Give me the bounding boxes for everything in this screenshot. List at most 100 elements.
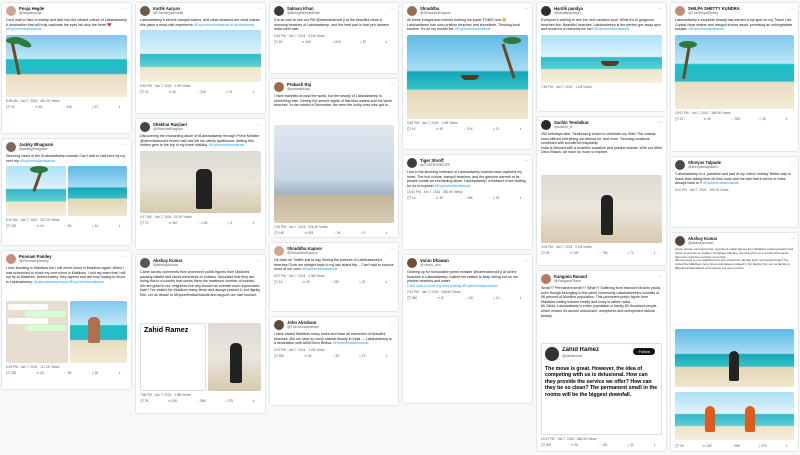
chat-screenshot[interactable] [6, 301, 68, 363]
tweet-timestamp[interactable]: 5:56 PM · Jan 7, 2024 · 1.4M Views [407, 121, 528, 125]
tweet-card[interactable]: Jackky Bhagnani @jackkybhagnani ··· Stunn… [1, 138, 132, 246]
more-icon[interactable]: ··· [658, 6, 662, 11]
tweet-timestamp[interactable]: 6:10 PM · Jan 7, 2024 · 109.1K Views [675, 188, 794, 192]
avatar[interactable] [545, 347, 559, 361]
tweet-card[interactable]: Salman Khan @BeingSalmanKhan ··· It is so… [269, 2, 399, 74]
share-icon[interactable]: ↥ [385, 354, 388, 358]
bookmark-icon[interactable]: ▯ 70 [226, 90, 232, 94]
tweet-media[interactable] [6, 34, 127, 97]
author-handle[interactable]: @prakashraaj [287, 87, 311, 92]
reply-icon[interactable]: 💬 6K [274, 40, 283, 44]
heart-icon[interactable]: ♡ 26K [730, 117, 739, 121]
tweet-media[interactable] [140, 30, 261, 83]
tweet-card[interactable]: Kangana Ranaut @KanganaTeam ··· Small?? P… [536, 270, 667, 452]
share-icon[interactable]: ↥ [252, 399, 255, 403]
reply-icon[interactable]: 💬 3K [541, 251, 550, 255]
more-icon[interactable]: ··· [524, 6, 528, 11]
tweet-timestamp[interactable]: 2:30 PM · Jan 7, 2024 · 226.1K Views [274, 225, 394, 229]
reply-icon[interactable]: 💬 180 [274, 231, 284, 235]
retweet-icon[interactable]: ⟲ 3K [571, 443, 578, 447]
avatar[interactable] [407, 158, 417, 168]
tweet-media[interactable] [675, 34, 794, 109]
avatar[interactable] [140, 122, 150, 132]
avatar[interactable] [274, 246, 284, 256]
retweet-icon[interactable]: ⟲ 4K [169, 90, 176, 94]
bookmark-icon[interactable]: ▯ 34 [627, 443, 633, 447]
tweet-card[interactable]: Prakash Raj @prakashraaj ··· I have trave… [269, 78, 399, 238]
tweet-card[interactable]: Pooja Hegde @hegdepooja ··· Can't wait to… [1, 2, 132, 134]
retweet-icon[interactable]: ⟲ 15K [302, 40, 311, 44]
tweet-media[interactable] [69, 301, 127, 363]
retweet-icon[interactable]: ⟲ 1K [437, 296, 444, 300]
tweet-card[interactable]: Hardik pandya @hardikpandya7 ··· Everyone… [536, 2, 667, 112]
heart-icon[interactable]: ♡ 23K [330, 280, 339, 284]
more-icon[interactable]: ··· [123, 6, 127, 11]
avatar[interactable] [140, 258, 150, 268]
retweet-icon[interactable]: ⟲ 3K [303, 280, 310, 284]
more-icon[interactable]: ··· [790, 236, 794, 241]
more-icon[interactable]: ··· [257, 122, 261, 127]
tweet-card[interactable]: SHILPA SHETTY KUNDRA @TheShilpaShetty ···… [670, 2, 799, 152]
heart-icon[interactable]: ♡ 58K [730, 444, 739, 448]
tweet-timestamp[interactable]: 9:42 PM · Jan 7, 2024 · 9.1M Views [274, 34, 394, 38]
retweet-icon[interactable]: ⟲ 4K [703, 117, 710, 121]
share-icon[interactable]: ↥ [252, 90, 255, 94]
more-icon[interactable]: ··· [123, 254, 127, 259]
bookmark-icon[interactable]: ▯ 3 [228, 221, 232, 225]
bookmark-icon[interactable]: ▯ 9 [361, 231, 365, 235]
avatar[interactable] [541, 120, 551, 130]
avatar[interactable] [675, 6, 685, 16]
reply-icon[interactable]: 💬 219 [6, 224, 16, 228]
avatar[interactable] [6, 6, 16, 16]
heart-icon[interactable]: ♡ 12K [598, 443, 607, 447]
tweet-card[interactable]: Shraddha @ShraddhaKapoor ··· All these im… [402, 2, 533, 150]
tweet-timestamp[interactable]: 7:58 PM · Jan 7, 2024 · 2.8M Views [140, 393, 261, 397]
retweet-icon[interactable]: ⟲ 12K [569, 251, 578, 255]
tweet-media[interactable] [6, 166, 66, 217]
author-handle[interactable]: @iTIGERSHROFF [420, 163, 450, 168]
retweet-icon[interactable]: ⟲ 3K [436, 196, 443, 200]
more-icon[interactable]: ··· [257, 258, 261, 263]
avatar[interactable] [6, 254, 16, 264]
tweet-timestamp[interactable]: 10:02 PM · Jan 7, 2024 · 366.9K Views [675, 111, 794, 115]
heart-icon[interactable]: ♡ 1.9K [197, 221, 207, 225]
tweet-timestamp[interactable]: 8:32 AM · Jan 7, 2024 · 167.2K Views [6, 218, 127, 222]
tweet-timestamp[interactable]: 8:35 AM · Jan 7, 2024 · 461.2K Views [6, 99, 127, 103]
more-icon[interactable]: ··· [257, 6, 261, 11]
follow-button[interactable]: Follow [633, 348, 655, 355]
tweet-card[interactable]: Poonam Pandey @iPoonampandey ··· I love s… [1, 250, 132, 390]
avatar[interactable] [274, 320, 284, 330]
avatar[interactable] [274, 6, 284, 16]
more-icon[interactable]: ··· [658, 274, 662, 279]
more-icon[interactable]: ··· [123, 142, 127, 147]
reply-icon[interactable]: 💬 1K [6, 105, 15, 109]
author-handle[interactable]: @TheShilpaShetty [688, 11, 740, 16]
retweet-icon[interactable]: ⟲ 2K [36, 371, 43, 375]
avatar[interactable] [541, 6, 551, 16]
share-icon[interactable]: ↥ [118, 105, 121, 109]
share-icon[interactable]: ↥ [252, 221, 255, 225]
heart-icon[interactable]: ♡ 70K [598, 251, 607, 255]
share-icon[interactable]: ↥ [785, 444, 788, 448]
reply-icon[interactable]: 💬 1K [140, 90, 149, 94]
avatar[interactable] [6, 142, 16, 152]
tweet-card[interactable]: Tiger Shroff @iTIGERSHROFF ··· Lost in th… [402, 154, 533, 250]
retweet-icon[interactable]: ⟲ 619 [304, 231, 313, 235]
bookmark-icon[interactable]: ▯ 28 [92, 371, 98, 375]
tweet-timestamp[interactable]: 6:05 PM · Jan 7, 2024 · 117.2K Views [6, 365, 127, 369]
tweet-timestamp[interactable]: 10:22 PM · Jan 7, 2024 · 884.3K Views [541, 437, 662, 441]
more-icon[interactable]: ··· [658, 120, 662, 125]
author-handle[interactable]: @shreyastalpade1 [688, 165, 721, 170]
more-icon[interactable]: ··· [524, 258, 528, 263]
more-icon[interactable]: ··· [790, 6, 794, 11]
tweet-timestamp[interactable]: 4:17 AM · Jan 7, 2024 · 33.1K Views [140, 215, 261, 219]
heart-icon[interactable]: ♡ 28K [463, 196, 472, 200]
heart-icon[interactable]: ♡ 58K [196, 399, 205, 403]
retweet-icon[interactable]: ⟲ 3K [436, 127, 443, 131]
more-icon[interactable]: ··· [390, 6, 394, 11]
avatar[interactable] [675, 236, 685, 246]
heart-icon[interactable]: ♡ 9K [332, 354, 340, 358]
tweet-card[interactable]: Sachin Tendulkar @sachin_rt ··· 250 birth… [536, 116, 667, 266]
heart-icon[interactable]: ♡ 21K [463, 127, 472, 131]
tweet-media[interactable] [407, 34, 528, 119]
